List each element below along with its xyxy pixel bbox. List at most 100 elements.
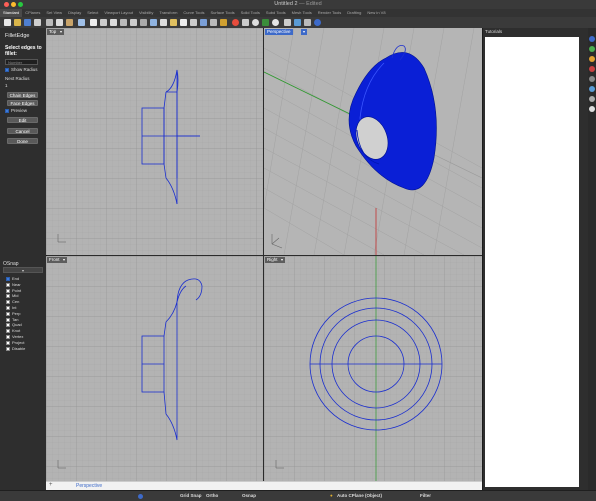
viewport-label-right[interactable]: Right [265, 257, 280, 263]
osnap-item-quad[interactable]: Quad [6, 322, 22, 327]
chevron-down-icon[interactable]: ▾ [58, 29, 64, 35]
tab-solid-tools[interactable]: Solid Tools [238, 9, 263, 17]
osnap-item-knot[interactable]: Knot [6, 328, 20, 333]
render-panel-icon[interactable] [589, 96, 595, 102]
history-icon[interactable] [304, 19, 311, 26]
paste-icon[interactable] [66, 19, 73, 26]
osnap-toggle[interactable]: Osnap [242, 493, 256, 498]
viewport-label-perspective[interactable]: Perspective [265, 29, 293, 35]
tab-standard[interactable]: Standard [0, 9, 23, 17]
viewport-top[interactable]: Top ▾ [46, 28, 263, 255]
cplane-mode[interactable]: Auto CPlane (Object) [337, 493, 382, 498]
rotate-view-icon[interactable] [100, 19, 107, 26]
osnap-dropdown[interactable]: ▾ [3, 267, 43, 273]
color-wheel-icon[interactable] [232, 19, 239, 26]
tutorials-panel-icon[interactable] [589, 106, 595, 112]
lock-icon[interactable] [220, 19, 227, 26]
zoom-icon[interactable] [110, 19, 117, 26]
select-icon[interactable] [180, 19, 187, 26]
osnap-item-cen[interactable]: Cen [6, 299, 19, 304]
environment-panel-icon[interactable] [589, 86, 595, 92]
viewport-label-top[interactable]: Top [47, 29, 59, 35]
help-icon[interactable] [314, 19, 321, 26]
osnap-item-near[interactable]: Near [6, 282, 21, 287]
render-icon[interactable] [262, 19, 269, 26]
tab-select[interactable]: Select [84, 9, 101, 17]
tab-perspective-bottom[interactable]: Perspective [76, 483, 102, 489]
tab-mesh-tools[interactable]: Mesh Tools [289, 9, 315, 17]
osnap-item-end[interactable]: End [6, 276, 19, 281]
tab-subd-tools[interactable]: Subd Tools [263, 9, 289, 17]
viewport-front[interactable]: Front ▾ [46, 256, 263, 481]
tab-display[interactable]: Display [65, 9, 84, 17]
materials-icon[interactable] [252, 19, 259, 26]
osnap-item-perp[interactable]: Perp [6, 311, 20, 316]
cancel-button[interactable]: Cancel [7, 128, 38, 134]
undo-view-icon[interactable] [150, 19, 157, 26]
tab-cplanes[interactable]: CPlanes [22, 9, 43, 17]
chain-edges-button[interactable]: Chain Edges [7, 92, 38, 98]
print-icon[interactable] [34, 19, 41, 26]
ortho-toggle[interactable]: Ortho [206, 493, 218, 498]
materials-panel-icon[interactable] [589, 76, 595, 82]
chevron-down-icon[interactable]: ▾ [61, 257, 67, 263]
chevron-down-icon[interactable]: ▾ [301, 29, 307, 35]
face-edges-button[interactable]: Face Edges [7, 100, 38, 106]
viewport-perspective[interactable]: Perspective ▾ [264, 28, 482, 255]
done-button[interactable]: Done [7, 138, 38, 144]
filter-toggle[interactable]: Filter [420, 493, 431, 498]
help-panel-icon[interactable] [589, 36, 595, 42]
osnap-item-project[interactable]: Project [6, 340, 24, 345]
copy-icon[interactable] [56, 19, 63, 26]
osnap-disable[interactable]: Disable [6, 346, 25, 351]
grid-icon[interactable] [190, 19, 197, 26]
properties-icon[interactable] [242, 19, 249, 26]
tab-visibility[interactable]: Visibility [136, 9, 156, 17]
tab-new-in-v8[interactable]: New in V8 [364, 9, 388, 17]
tab-set-view[interactable]: Set View [43, 9, 65, 17]
checkbox-unchecked-icon [6, 334, 10, 339]
layers-panel-icon[interactable] [589, 56, 595, 62]
tab-surface-tools[interactable]: Surface Tools [207, 9, 237, 17]
tab-curve-tools[interactable]: Curve Tools [180, 9, 207, 17]
open-file-icon[interactable] [14, 19, 21, 26]
preview-checkbox[interactable]: Preview [5, 108, 27, 114]
edit-button[interactable]: Edit [7, 117, 38, 123]
tab-transform[interactable]: Transform [156, 9, 180, 17]
osnap-item-int[interactable]: Int [6, 305, 16, 310]
chevron-down-icon[interactable]: ▾ [279, 257, 285, 263]
osnap-item-mid[interactable]: Mid [6, 293, 18, 298]
next-radius-value[interactable]: 1 [5, 83, 8, 88]
osnap-item-vertex[interactable]: Vertex [6, 334, 23, 339]
zoom-window-icon[interactable] [120, 19, 127, 26]
four-view-icon[interactable] [160, 19, 167, 26]
cut-icon[interactable] [46, 19, 53, 26]
tutorials-content[interactable] [485, 37, 579, 487]
osnap-item-tan[interactable]: Tan [6, 317, 18, 322]
properties-panel-icon[interactable] [589, 46, 595, 52]
osnap-item-point[interactable]: Point [6, 288, 21, 293]
tab-drafting[interactable]: Drafting [344, 9, 364, 17]
save-icon[interactable] [24, 19, 31, 26]
undo-icon[interactable] [78, 19, 85, 26]
rendered-view-icon[interactable] [272, 19, 279, 26]
gumball-icon[interactable] [294, 19, 301, 26]
zoom-selected-icon[interactable] [140, 19, 147, 26]
options-icon[interactable] [284, 19, 291, 26]
checkbox-unchecked-icon [6, 288, 10, 293]
show-icon[interactable] [210, 19, 217, 26]
tab-viewport-layout[interactable]: Viewport Layout [101, 9, 136, 17]
display-panel-icon[interactable] [589, 66, 595, 72]
tab-render-tools[interactable]: Render Tools [315, 9, 345, 17]
viewport-label-front[interactable]: Front [47, 257, 62, 263]
zoom-extents-icon[interactable] [130, 19, 137, 26]
hide-icon[interactable] [200, 19, 207, 26]
cplane-icon[interactable] [170, 19, 177, 26]
grid-snap-toggle[interactable]: Grid Snap [180, 493, 202, 498]
pan-icon[interactable] [90, 19, 97, 26]
show-radius-checkbox[interactable]: Show Radius [5, 67, 38, 73]
viewport-right[interactable]: Right ▾ [264, 256, 482, 481]
number-input[interactable]: Number [5, 59, 38, 65]
add-viewport-icon[interactable]: + [49, 482, 53, 488]
new-file-icon[interactable] [4, 19, 11, 26]
